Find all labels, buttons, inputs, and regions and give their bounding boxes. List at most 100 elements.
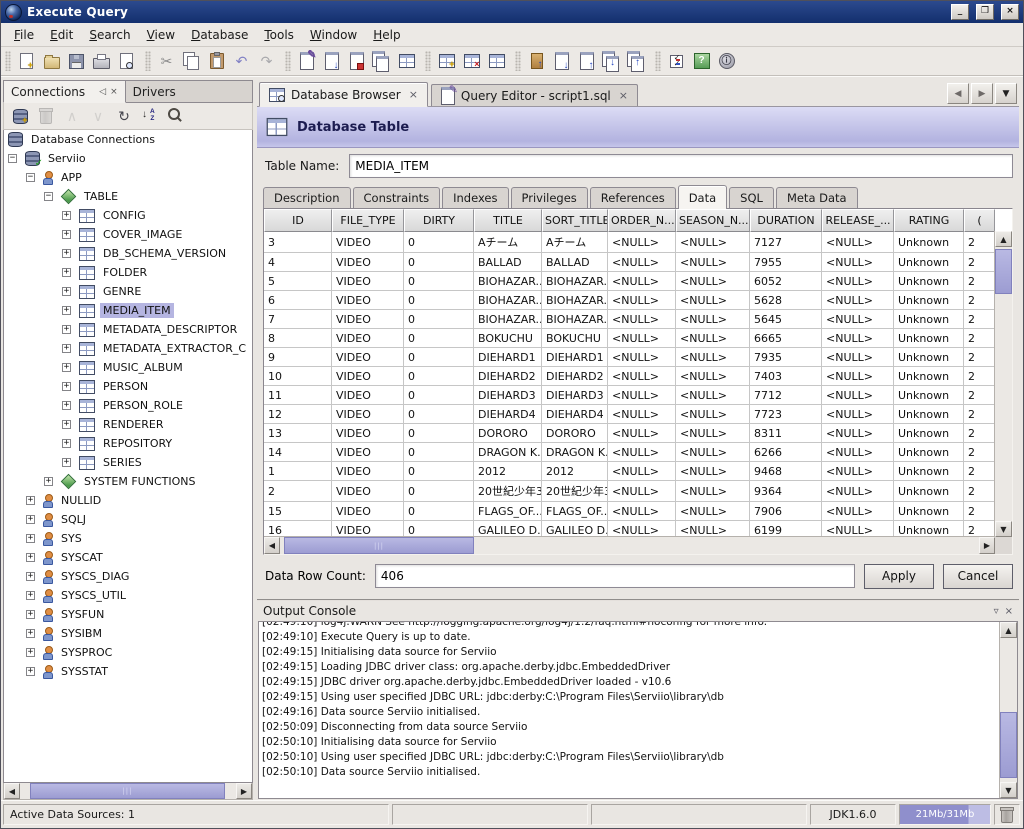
table-cell[interactable]: 20世紀少年3 xyxy=(474,481,542,502)
table-cell[interactable]: 7906 xyxy=(750,502,822,521)
column-header-dirty[interactable]: DIRTY xyxy=(404,209,474,232)
tree-item-sysibm[interactable]: +SYSIBM xyxy=(4,624,252,643)
table-cell[interactable]: <NULL> xyxy=(676,253,750,272)
expand-node-icon[interactable]: + xyxy=(62,420,71,429)
tree-item-sysfun[interactable]: +SYSFUN xyxy=(4,605,252,624)
move-down-button[interactable]: ∨ xyxy=(86,104,110,128)
table-cell[interactable]: 2 xyxy=(964,405,995,424)
new-connection-button[interactable]: + xyxy=(8,104,32,128)
expand-node-icon[interactable]: + xyxy=(26,667,35,676)
table-cell[interactable]: <NULL> xyxy=(676,386,750,405)
table-cell[interactable]: <NULL> xyxy=(676,348,750,367)
expand-node-icon[interactable]: + xyxy=(26,534,35,543)
column-header-season-n-[interactable]: SEASON_N... xyxy=(676,209,750,232)
tree-item-cover-image[interactable]: +COVER_IMAGE xyxy=(4,225,252,244)
table-cell[interactable]: 2 xyxy=(964,462,995,481)
toolbar-grip[interactable] xyxy=(5,51,11,71)
copy-button[interactable] xyxy=(179,49,204,73)
subtab-references[interactable]: References xyxy=(590,187,676,208)
table-cell[interactable]: <NULL> xyxy=(676,443,750,462)
table-cell[interactable]: 2 xyxy=(964,424,995,443)
tree-item-folder[interactable]: +FOLDER xyxy=(4,263,252,282)
table-cell[interactable]: 2 xyxy=(964,443,995,462)
table-cell[interactable]: 0 xyxy=(404,232,474,253)
tree-item-person-role[interactable]: +PERSON_ROLE xyxy=(4,396,252,415)
reload-button[interactable]: ↻ xyxy=(112,104,136,128)
table-cell[interactable]: VIDEO xyxy=(332,232,404,253)
console-close-icon[interactable]: × xyxy=(1005,606,1013,617)
column-header-rating[interactable]: RATING xyxy=(894,209,964,232)
toolbar-grip[interactable] xyxy=(145,51,151,71)
table-cell[interactable]: <NULL> xyxy=(676,232,750,253)
menu-database[interactable]: Database xyxy=(183,25,256,45)
table-cell[interactable]: Unknown xyxy=(894,462,964,481)
paste-button[interactable] xyxy=(204,49,229,73)
table-cell[interactable]: 5645 xyxy=(750,310,822,329)
table-row[interactable]: 15VIDEO0FLAGS_OF...FLAGS_OF...<NULL><NUL… xyxy=(264,502,995,521)
table-cell[interactable]: <NULL> xyxy=(676,405,750,424)
expand-node-icon[interactable]: + xyxy=(26,515,35,524)
tree-item-music-album[interactable]: +MUSIC_ALBUM xyxy=(4,358,252,377)
table-cell[interactable]: DRAGON K... xyxy=(542,443,608,462)
tree-item-series[interactable]: +SERIES xyxy=(4,453,252,472)
save-button[interactable] xyxy=(64,49,89,73)
toolbar-grip[interactable] xyxy=(425,51,431,71)
scroll-down-icon[interactable]: ▼ xyxy=(995,521,1012,537)
menu-edit[interactable]: Edit xyxy=(42,25,81,45)
table-cell[interactable]: 6266 xyxy=(750,443,822,462)
table-cell[interactable]: <NULL> xyxy=(608,367,676,386)
subtab-constraints[interactable]: Constraints xyxy=(353,187,441,208)
table-cell[interactable]: GALILEO D... xyxy=(474,521,542,537)
expand-node-icon[interactable]: + xyxy=(26,610,35,619)
table-cell[interactable]: <NULL> xyxy=(608,348,676,367)
collapse-node-icon[interactable]: − xyxy=(44,192,53,201)
column-header-title[interactable]: TITLE xyxy=(474,209,542,232)
table-cell[interactable]: <NULL> xyxy=(822,521,894,537)
table-cell[interactable]: 0 xyxy=(404,310,474,329)
tree-horizontal-scrollbar[interactable]: ◀ ||| ▶ xyxy=(3,783,253,800)
table-cell[interactable]: Unknown xyxy=(894,405,964,424)
tree-item-syscs-diag[interactable]: +SYSCS_DIAG xyxy=(4,567,252,586)
table-cell[interactable]: 8311 xyxy=(750,424,822,443)
menu-tools[interactable]: Tools xyxy=(256,25,302,45)
table-cell[interactable]: BIOHAZAR... xyxy=(542,310,608,329)
table-cell[interactable]: <NULL> xyxy=(608,424,676,443)
help-button[interactable] xyxy=(689,49,714,73)
table-cell[interactable]: 11 xyxy=(264,386,332,405)
table-cell[interactable]: VIDEO xyxy=(332,329,404,348)
table-cell[interactable]: 0 xyxy=(404,348,474,367)
table-cell[interactable]: Unknown xyxy=(894,443,964,462)
table-cell[interactable]: 2 xyxy=(964,348,995,367)
tree-item-metadata-extractor-c[interactable]: +METADATA_EXTRACTOR_C xyxy=(4,339,252,358)
column-header-id[interactable]: ID xyxy=(264,209,332,232)
cut-button[interactable]: ✂ xyxy=(154,49,179,73)
table-cell[interactable]: 0 xyxy=(404,405,474,424)
table-cell[interactable]: <NULL> xyxy=(676,424,750,443)
delete-record-button[interactable]: × xyxy=(459,49,484,73)
maximize-button[interactable]: ❐ xyxy=(976,4,994,20)
table-cell[interactable]: DIEHARD1 xyxy=(474,348,542,367)
table-cell[interactable]: <NULL> xyxy=(608,291,676,310)
minimize-button[interactable]: _ xyxy=(951,4,969,20)
table-cell[interactable]: <NULL> xyxy=(822,367,894,386)
table-cell[interactable]: 7712 xyxy=(750,386,822,405)
table-cell[interactable]: <NULL> xyxy=(608,329,676,348)
tree-item-app[interactable]: −APP xyxy=(4,168,252,187)
expand-node-icon[interactable]: + xyxy=(26,648,35,657)
expand-node-icon[interactable]: + xyxy=(44,477,53,486)
table-cell[interactable]: VIDEO xyxy=(332,367,404,386)
scroll-right-icon[interactable]: ▶ xyxy=(979,537,995,554)
new-document-button[interactable]: + xyxy=(14,49,39,73)
table-cell[interactable]: 7723 xyxy=(750,405,822,424)
table-cell[interactable]: <NULL> xyxy=(608,232,676,253)
open-file-button[interactable] xyxy=(39,49,64,73)
table-cell[interactable]: 0 xyxy=(404,329,474,348)
grid-vertical-scrollbar[interactable]: ▲ ▼ xyxy=(994,231,1012,537)
print-button[interactable] xyxy=(89,49,114,73)
table-cell[interactable]: FLAGS_OF... xyxy=(474,502,542,521)
tree-item-nullid[interactable]: +NULLID xyxy=(4,491,252,510)
console-dock-icon[interactable]: ▿ xyxy=(994,606,999,617)
table-cell[interactable]: <NULL> xyxy=(608,310,676,329)
table-row[interactable]: 12VIDEO0DIEHARD4DIEHARD4<NULL><NULL>7723… xyxy=(264,405,995,424)
table-cell[interactable]: BALLAD xyxy=(542,253,608,272)
